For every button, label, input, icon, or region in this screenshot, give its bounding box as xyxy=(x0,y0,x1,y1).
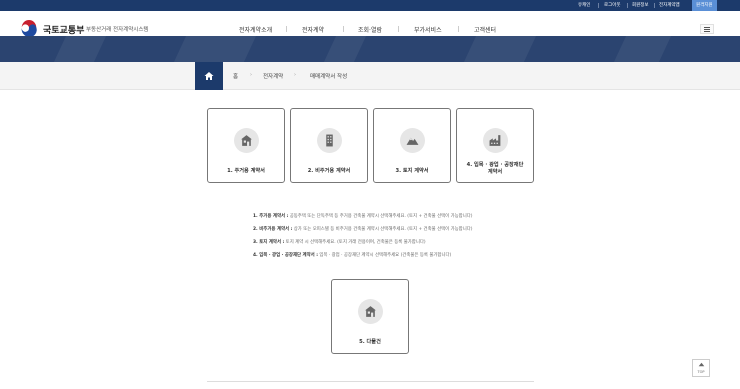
logo-subtitle: 부동산거래 전자계약시스템 xyxy=(86,27,149,33)
logout-link[interactable]: 로그아웃 xyxy=(604,0,621,11)
house-icon xyxy=(241,135,252,146)
description-land: 3. 토지 계약서 : 토지 계약 시 선택해주세요. (토지 거래 전용이며,… xyxy=(253,240,426,245)
divider xyxy=(458,26,459,32)
description-residential: 1. 주거용 계약서 : 공동주택 또는 단독주택 등 주거용 건축물 계약시 … xyxy=(253,214,473,219)
chevron-right-icon: › xyxy=(294,72,296,78)
card-non-residential[interactable]: 2. 비주거용 계약서 xyxy=(290,108,368,183)
nav-item-contract[interactable]: 전자계약 xyxy=(302,25,324,34)
divider xyxy=(598,3,599,8)
description-forest-mining-factory: 4. 입목 · 광업 · 공장재단 계약서 : 입목 · 광업 · 공장재단 계… xyxy=(253,253,452,258)
breadcrumb: 홈 › 전자계약 › 매매계약서 작성 xyxy=(0,62,740,90)
divider xyxy=(207,381,534,382)
nav-item-inquiry[interactable]: 조회·열람 xyxy=(358,25,382,34)
home-icon xyxy=(204,72,214,80)
description-non-residential: 2. 비주거용 계약서 : 상가 또는 오피스텔 등 비주거용 건축물 계약시 … xyxy=(253,227,473,232)
home-button[interactable] xyxy=(195,62,223,90)
card-land[interactable]: 3. 토지 계약서 xyxy=(373,108,451,183)
divider xyxy=(654,3,655,8)
divider xyxy=(343,26,344,32)
building-icon xyxy=(326,134,333,147)
house-icon xyxy=(365,306,376,317)
utility-bar: 유캐인 로그아웃 회원정보 전자계약앱 원격지원 xyxy=(0,0,740,11)
chevron-right-icon: › xyxy=(250,72,252,78)
divider xyxy=(398,26,399,32)
card-label: 4. 입목 · 광업 · 공장재단 계약서 xyxy=(466,162,524,175)
card-residential[interactable]: 1. 주거용 계약서 xyxy=(207,108,285,183)
factory-icon xyxy=(489,135,501,146)
card-label: 1. 주거용 계약서 xyxy=(227,168,265,174)
mountain-icon xyxy=(406,137,419,145)
breadcrumb-contract[interactable]: 전자계약 xyxy=(263,72,283,80)
breadcrumb-home[interactable]: 홈 xyxy=(233,72,238,80)
breadcrumb-current: 매매계약서 작성 xyxy=(310,74,348,80)
card-multi-property[interactable]: 5. 다물건 xyxy=(331,279,409,354)
divider xyxy=(627,3,628,8)
util-link-1[interactable]: 유캐인 xyxy=(578,0,590,11)
app-link[interactable]: 전자계약앱 xyxy=(659,0,680,11)
nav-item-intro[interactable]: 전자계약소개 xyxy=(239,25,272,34)
scroll-top-label: TOP xyxy=(697,370,705,374)
arrow-up-icon xyxy=(698,362,705,367)
scroll-top-button[interactable]: TOP xyxy=(692,359,710,377)
nav-item-extra[interactable]: 부가서비스 xyxy=(414,25,442,34)
card-forest-mining-factory[interactable]: 4. 입목 · 광업 · 공장재단 계약서 xyxy=(456,108,534,183)
card-label: 5. 다물건 xyxy=(359,339,381,345)
card-label: 3. 토지 계약서 xyxy=(395,168,429,174)
card-label: 2. 비주거용 계약서 xyxy=(307,168,351,174)
divider xyxy=(286,26,287,32)
member-info-link[interactable]: 회원정보 xyxy=(632,0,649,11)
nav-item-support[interactable]: 고객센터 xyxy=(474,25,496,34)
logo-title[interactable]: 국토교통부 xyxy=(43,23,84,36)
remote-support-link[interactable]: 원격지원 xyxy=(692,0,717,11)
banner-image xyxy=(0,36,740,62)
menu-icon[interactable] xyxy=(700,24,714,34)
